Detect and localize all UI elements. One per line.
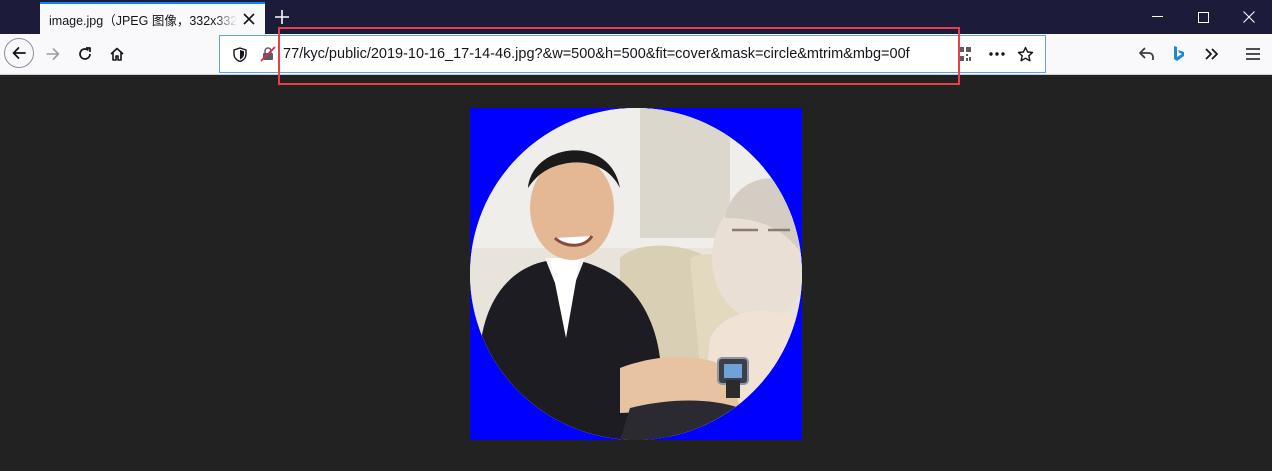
displayed-image[interactable] bbox=[470, 108, 802, 440]
new-tab-button[interactable] bbox=[270, 5, 294, 29]
active-tab[interactable]: image.jpg（JPEG 图像，332x332 像素） bbox=[40, 2, 265, 34]
hamburger-menu-icon[interactable] bbox=[1244, 46, 1262, 62]
url-text[interactable]: 77/kyc/public/2019-10-16_17-14-46.jpg?&w… bbox=[283, 46, 956, 62]
back-button[interactable] bbox=[4, 38, 34, 68]
minimize-button[interactable] bbox=[1134, 0, 1180, 34]
back-arrow-icon bbox=[12, 47, 26, 59]
reload-button[interactable] bbox=[70, 39, 100, 69]
bookmark-star-icon[interactable] bbox=[1016, 45, 1034, 63]
tab-title: image.jpg（JPEG 图像，332x332 像素） bbox=[49, 13, 237, 28]
circular-photo bbox=[470, 108, 802, 440]
bing-icon[interactable] bbox=[1171, 46, 1187, 62]
home-button[interactable] bbox=[102, 39, 132, 69]
navigation-toolbar: 77/kyc/public/2019-10-16_17-14-46.jpg?&w… bbox=[0, 34, 1272, 75]
tracking-protection-icon[interactable] bbox=[232, 46, 248, 62]
address-bar[interactable]: 77/kyc/public/2019-10-16_17-14-46.jpg?&w… bbox=[219, 35, 1046, 73]
reply-icon[interactable] bbox=[1138, 46, 1156, 62]
forward-arrow-icon bbox=[46, 48, 60, 60]
maximize-button[interactable] bbox=[1180, 0, 1226, 34]
overflow-chevron-icon[interactable] bbox=[1203, 46, 1221, 62]
qr-code-icon[interactable] bbox=[958, 46, 972, 62]
photo-people-icon bbox=[470, 108, 802, 440]
tab-strip: image.jpg（JPEG 图像，332x332 像素） bbox=[0, 0, 1272, 34]
more-actions-icon[interactable] bbox=[987, 46, 1007, 62]
window-close-button[interactable] bbox=[1226, 0, 1272, 34]
forward-button[interactable] bbox=[38, 39, 68, 69]
insecure-lock-icon[interactable] bbox=[260, 46, 276, 62]
close-tab-icon[interactable] bbox=[241, 11, 257, 27]
reload-icon bbox=[79, 47, 91, 60]
home-icon bbox=[110, 47, 124, 61]
